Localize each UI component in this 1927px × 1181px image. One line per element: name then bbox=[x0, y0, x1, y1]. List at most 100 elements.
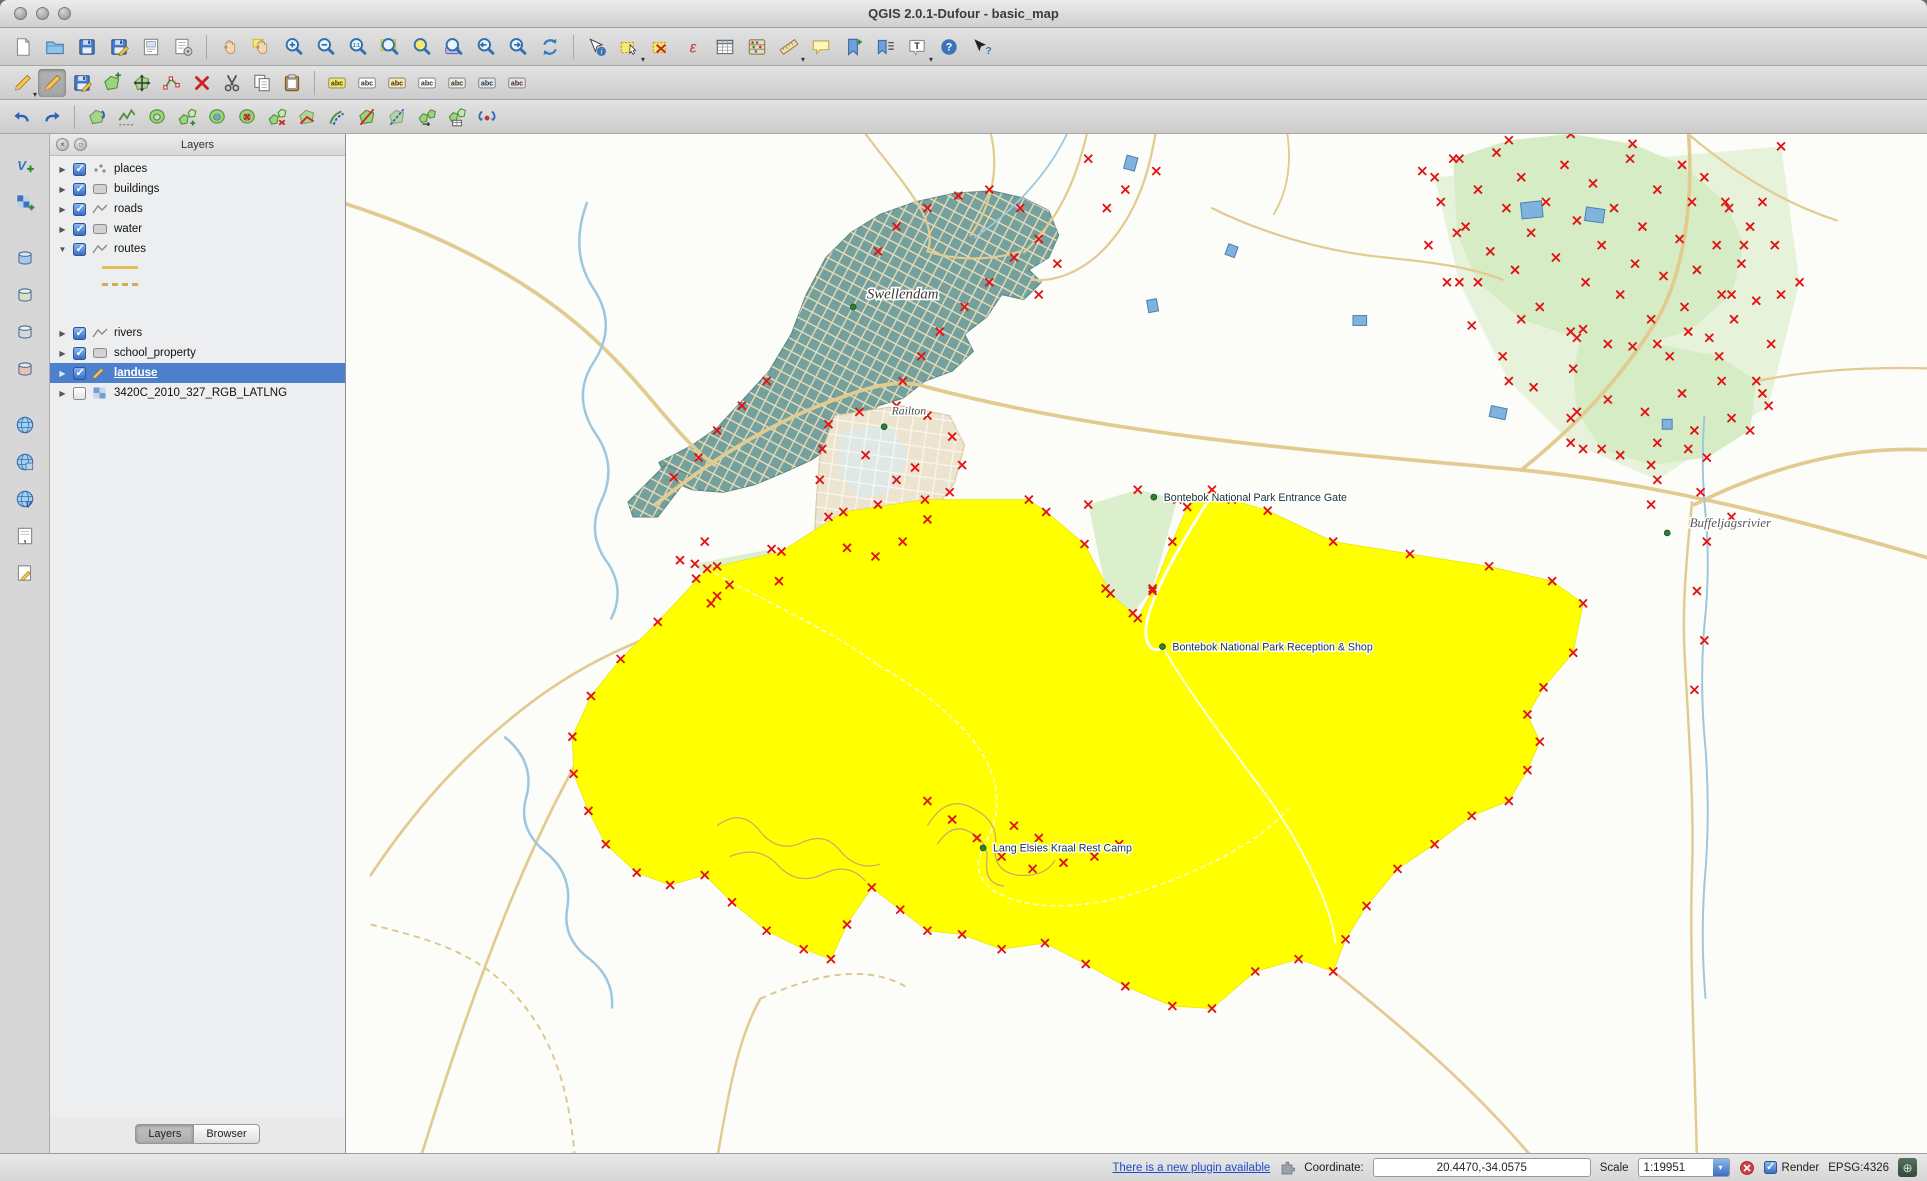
rotate-feature-button[interactable] bbox=[83, 103, 111, 131]
undo-button[interactable] bbox=[8, 103, 36, 131]
change-label-properties-button[interactable] bbox=[503, 69, 531, 97]
new-shapefile-layer-button[interactable] bbox=[10, 558, 40, 588]
layer-visibility-checkbox[interactable] bbox=[73, 243, 86, 256]
expand-arrow-icon[interactable]: ▶ bbox=[57, 389, 68, 398]
show-bookmarks-button[interactable] bbox=[870, 32, 900, 62]
panel-tab-layers[interactable]: Layers bbox=[135, 1124, 194, 1144]
scale-dropdown-button[interactable]: ▾ bbox=[1713, 1159, 1729, 1176]
delete-selected-button[interactable] bbox=[188, 69, 216, 97]
layer-visibility-checkbox[interactable] bbox=[73, 327, 86, 340]
zoom-out-button[interactable] bbox=[311, 32, 341, 62]
identify-features-button[interactable] bbox=[582, 32, 612, 62]
rotate-point-symbols-button[interactable] bbox=[473, 103, 501, 131]
whats-this-button[interactable] bbox=[966, 32, 996, 62]
expand-arrow-icon[interactable]: ▶ bbox=[57, 225, 68, 234]
zoom-native-resolution-button[interactable] bbox=[343, 32, 373, 62]
title-bar[interactable]: QGIS 2.0.1-Dufour - basic_map bbox=[0, 0, 1927, 28]
labeling-options-button[interactable] bbox=[323, 69, 351, 97]
field-calculator-button[interactable] bbox=[742, 32, 772, 62]
stop-rendering-icon[interactable] bbox=[1739, 1160, 1755, 1176]
copy-features-button[interactable] bbox=[248, 69, 276, 97]
add-raster-layer-button[interactable] bbox=[10, 187, 40, 217]
layer-visibility-checkbox[interactable] bbox=[73, 387, 86, 400]
close-window-button[interactable] bbox=[14, 7, 27, 20]
collapse-arrow-icon[interactable]: ▼ bbox=[57, 245, 68, 254]
map-canvas[interactable]: SwellendamRailtonBontebok National Park … bbox=[346, 134, 1927, 1153]
expand-arrow-icon[interactable]: ▶ bbox=[57, 369, 68, 378]
move-label-button[interactable] bbox=[443, 69, 471, 97]
zoom-to-selection-button[interactable] bbox=[407, 32, 437, 62]
text-annotation-button[interactable]: ▾ bbox=[902, 32, 932, 62]
pan-map-button[interactable] bbox=[215, 32, 245, 62]
zoom-full-button[interactable] bbox=[375, 32, 405, 62]
crs-status-icon[interactable]: ⊕ bbox=[1898, 1158, 1917, 1177]
split-features-button[interactable] bbox=[353, 103, 381, 131]
paste-features-button[interactable] bbox=[278, 69, 306, 97]
select-by-expression-button[interactable] bbox=[678, 32, 708, 62]
add-part-button[interactable] bbox=[173, 103, 201, 131]
zoom-to-layer-button[interactable] bbox=[439, 32, 469, 62]
add-mssql-layer-button[interactable] bbox=[10, 317, 40, 347]
zoom-window-button[interactable] bbox=[58, 7, 71, 20]
move-feature-button[interactable] bbox=[128, 69, 156, 97]
layer-item-rivers[interactable]: ▶rivers bbox=[50, 323, 345, 343]
layer-item-water[interactable]: ▶water bbox=[50, 219, 345, 239]
layer-item-buildings[interactable]: ▶buildings bbox=[50, 179, 345, 199]
layer-item-places[interactable]: ▶places bbox=[50, 159, 345, 179]
save-project-button[interactable] bbox=[72, 32, 102, 62]
fill-ring-button[interactable] bbox=[203, 103, 231, 131]
expand-arrow-icon[interactable]: ▶ bbox=[57, 185, 68, 194]
add-wcs-layer-button[interactable] bbox=[10, 447, 40, 477]
open-attribute-table-button[interactable] bbox=[710, 32, 740, 62]
node-tool-button[interactable] bbox=[158, 69, 186, 97]
rotate-label-button[interactable] bbox=[473, 69, 501, 97]
render-checkbox[interactable] bbox=[1764, 1161, 1777, 1174]
add-wfs-layer-button[interactable] bbox=[10, 484, 40, 514]
merge-attributes-button[interactable] bbox=[443, 103, 471, 131]
plugin-update-link[interactable]: There is a new plugin available bbox=[1112, 1162, 1270, 1174]
delete-ring-button[interactable] bbox=[233, 103, 261, 131]
merge-features-button[interactable] bbox=[413, 103, 441, 131]
expand-arrow-icon[interactable]: ▶ bbox=[57, 329, 68, 338]
current-edits-button[interactable]: ▾ bbox=[8, 69, 36, 97]
offset-curve-button[interactable] bbox=[323, 103, 351, 131]
expand-arrow-icon[interactable]: ▶ bbox=[57, 165, 68, 174]
add-spatialite-layer-button[interactable] bbox=[10, 280, 40, 310]
layer-visibility-checkbox[interactable] bbox=[73, 223, 86, 236]
pin-unpin-labels-button[interactable] bbox=[353, 69, 381, 97]
add-postgis-layer-button[interactable] bbox=[10, 243, 40, 273]
refresh-map-button[interactable] bbox=[535, 32, 565, 62]
layer-item-landuse[interactable]: ▶landuse bbox=[50, 363, 345, 383]
layer-visibility-checkbox[interactable] bbox=[73, 367, 86, 380]
layer-item-roads[interactable]: ▶roads bbox=[50, 199, 345, 219]
layer-item-routes[interactable]: ▼routes bbox=[50, 239, 345, 259]
reshape-features-button[interactable] bbox=[293, 103, 321, 131]
new-project-button[interactable] bbox=[8, 32, 38, 62]
layer-item-school_property[interactable]: ▶school_property bbox=[50, 343, 345, 363]
delete-part-button[interactable] bbox=[263, 103, 291, 131]
redo-button[interactable] bbox=[38, 103, 66, 131]
new-print-composer-button[interactable] bbox=[136, 32, 166, 62]
layer-visibility-checkbox[interactable] bbox=[73, 163, 86, 176]
float-panel-button[interactable]: ○ bbox=[74, 138, 87, 151]
add-oracle-layer-button[interactable] bbox=[10, 354, 40, 384]
expand-arrow-icon[interactable]: ▶ bbox=[57, 349, 68, 358]
zoom-last-button[interactable] bbox=[471, 32, 501, 62]
add-vector-layer-button[interactable] bbox=[10, 150, 40, 180]
save-project-as-button[interactable] bbox=[104, 32, 134, 62]
zoom-in-button[interactable] bbox=[279, 32, 309, 62]
select-features-button[interactable]: ▾ bbox=[614, 32, 644, 62]
show-hide-labels-button[interactable] bbox=[413, 69, 441, 97]
layer-visibility-checkbox[interactable] bbox=[73, 203, 86, 216]
layer-visibility-checkbox[interactable] bbox=[73, 347, 86, 360]
highlight-pinned-labels-button[interactable] bbox=[383, 69, 411, 97]
layer-visibility-checkbox[interactable] bbox=[73, 183, 86, 196]
map-tips-button[interactable] bbox=[806, 32, 836, 62]
panel-tab-browser[interactable]: Browser bbox=[194, 1124, 259, 1144]
open-project-button[interactable] bbox=[40, 32, 70, 62]
minimize-window-button[interactable] bbox=[36, 7, 49, 20]
zoom-next-button[interactable] bbox=[503, 32, 533, 62]
save-layer-edits-button[interactable] bbox=[68, 69, 96, 97]
layer-item-3420C_2010_327_RGB_LATLNG[interactable]: ▶3420C_2010_327_RGB_LATLNG bbox=[50, 383, 345, 403]
simplify-feature-button[interactable] bbox=[113, 103, 141, 131]
